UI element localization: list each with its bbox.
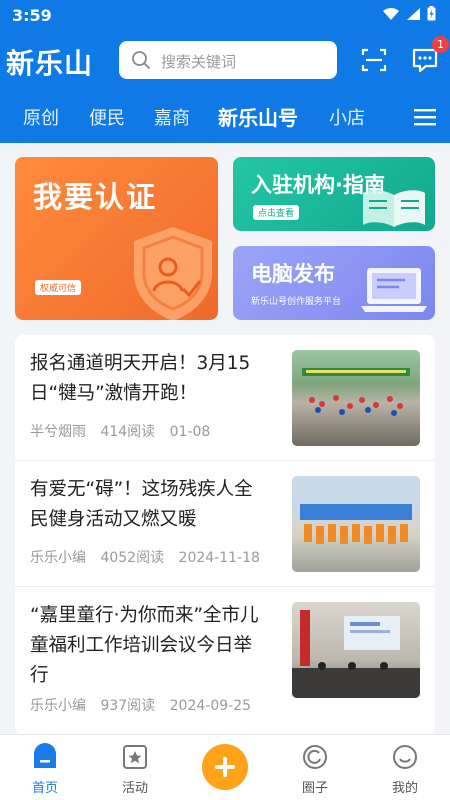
- group-photo: [300, 504, 412, 544]
- search-icon: [132, 51, 150, 69]
- nav-circle[interactable]: 圈子: [270, 735, 360, 800]
- meeting-photo: [292, 610, 420, 698]
- laptop-icon: [361, 268, 427, 312]
- nav-activity-label: 活动: [121, 781, 148, 796]
- nav-home-label: 首页: [31, 781, 58, 796]
- message-badge: 1: [432, 36, 449, 53]
- channel-tabs: 原创 便民 嘉商 新乐山号 小店: [0, 96, 450, 136]
- join-guide-banner[interactable]: 入驻机构·指南 点击查看: [233, 157, 435, 231]
- list-item[interactable]: 有爱无“碍”！这场残疾人全民健身活动又燃又暖 乐乐小编 4052阅读 2024-…: [15, 461, 435, 587]
- shield-icon: [134, 227, 212, 320]
- list-item[interactable]: 报名通道明天开启！3月15日“犍马”激情开跑！ 半兮烟雨 414阅读 01-08: [15, 335, 435, 461]
- wifi-icon: [383, 7, 399, 20]
- article-date: 2024-09-25: [169, 698, 252, 714]
- pc-publish-banner[interactable]: 电脑发布 新乐山号创作服务平台: [233, 246, 435, 320]
- article-meta: 乐乐小编 937阅读 2024-09-25: [30, 695, 261, 715]
- nav-activity[interactable]: 活动: [90, 735, 180, 800]
- nav-mine-label: 我的: [391, 781, 418, 796]
- tab-jiashang[interactable]: 嘉商: [154, 104, 190, 130]
- status-time: 3:59: [12, 6, 52, 25]
- battery-icon: [427, 6, 436, 21]
- article-reads: 414阅读: [100, 424, 156, 440]
- nav-mine[interactable]: 我的: [360, 735, 450, 800]
- article-thumbnail: [292, 476, 420, 572]
- tab-convenience[interactable]: 便民: [89, 104, 125, 130]
- publish-plus-button[interactable]: [202, 744, 248, 790]
- article-author: 乐乐小编: [30, 698, 86, 714]
- article-thumbnail: [292, 350, 420, 446]
- bottom-nav: 首页 活动 圈子 我的: [0, 734, 450, 800]
- article-date: 01-08: [169, 424, 211, 440]
- plus-icon: [215, 757, 235, 777]
- circle-icon: [303, 745, 327, 769]
- scan-icon[interactable]: [361, 47, 387, 73]
- article-reads: 937阅读: [100, 698, 156, 714]
- status-icons: [382, 6, 436, 21]
- app-header: 新乐山 搜索关键词 1: [0, 36, 450, 86]
- join-guide-pill: 点击查看: [253, 205, 300, 220]
- pc-publish-title: 电脑发布: [251, 262, 335, 286]
- search-placeholder: 搜索关键词: [161, 53, 237, 71]
- app-logo: 新乐山: [6, 47, 94, 80]
- pc-publish-sub: 新乐山号创作服务平台: [251, 297, 342, 307]
- nav-circle-label: 圈子: [301, 781, 328, 796]
- article-thumbnail: [292, 602, 420, 698]
- article-meta: 乐乐小编 4052阅读 2024-11-18: [30, 547, 270, 567]
- list-item[interactable]: “嘉里童行·为你而来”全市儿童福利工作培训会议今日举行 乐乐小编 937阅读 2…: [15, 587, 435, 735]
- article-title: 有爱无“碍”！这场残疾人全民健身活动又燃又暖: [30, 479, 253, 530]
- article-title: 报名通道明天开启！3月15日“犍马”激情开跑！: [30, 353, 251, 404]
- news-feed: 报名通道明天开启！3月15日“犍马”激情开跑！ 半兮烟雨 414阅读 01-08…: [15, 335, 435, 735]
- tab-shop[interactable]: 小店: [329, 104, 365, 130]
- profile-icon: [393, 745, 417, 769]
- verify-pill: 权威可信: [35, 280, 82, 295]
- top-header-area: 3:59 新乐山 搜索关键词 1 原创 便民 嘉商 新乐山号 小店: [0, 0, 450, 143]
- article-reads: 4052阅读: [100, 550, 165, 566]
- search-input[interactable]: 搜索关键词: [119, 41, 337, 79]
- tab-original[interactable]: 原创: [23, 104, 59, 130]
- article-meta: 半兮烟雨 414阅读 01-08: [30, 421, 220, 441]
- home-icon: [34, 743, 56, 768]
- menu-icon[interactable]: [414, 108, 436, 126]
- article-author: 半兮烟雨: [30, 424, 86, 440]
- article-date: 2024-11-18: [178, 550, 260, 566]
- status-bar: 3:59: [0, 0, 450, 30]
- verify-banner[interactable]: 我要认证 权威可信: [15, 157, 218, 320]
- nav-home[interactable]: 首页: [0, 735, 90, 800]
- activity-icon: [123, 745, 147, 769]
- book-icon: [363, 190, 425, 227]
- tab-xinleshanhao[interactable]: 新乐山号: [218, 102, 298, 131]
- article-title: “嘉里童行·为你而来”全市儿童福利工作培训会议今日举行: [30, 605, 259, 686]
- verify-title: 我要认证: [33, 180, 158, 214]
- article-author: 乐乐小编: [30, 550, 86, 566]
- signal-icon: [407, 7, 420, 20]
- marathon-photo: [302, 368, 410, 416]
